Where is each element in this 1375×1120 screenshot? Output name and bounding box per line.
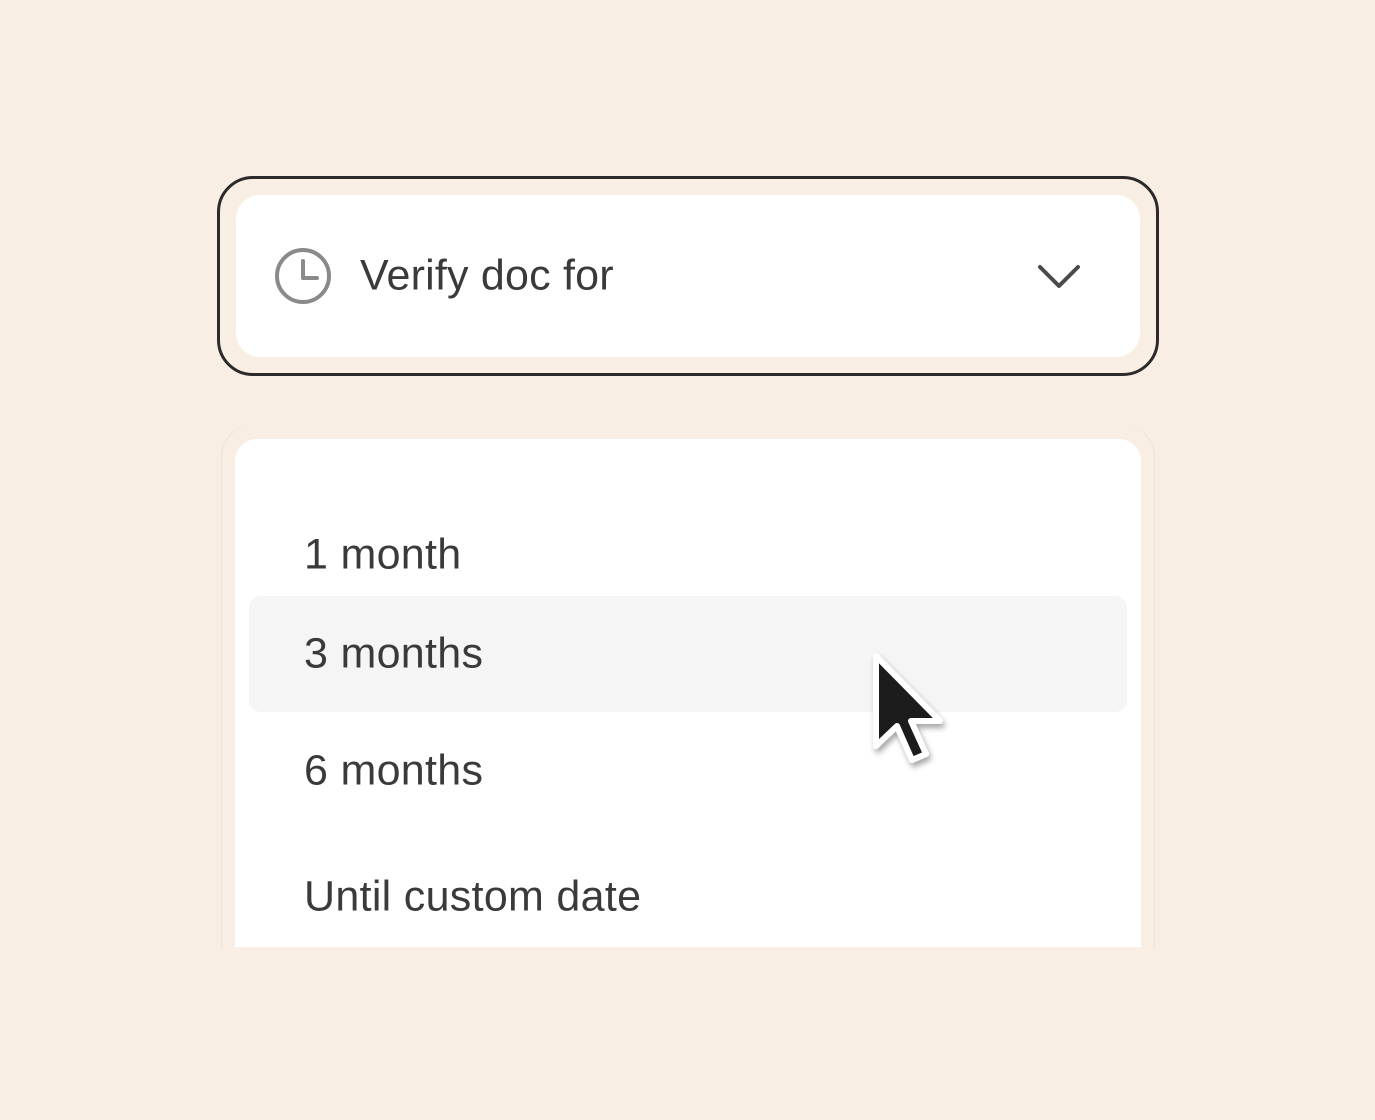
dropdown-menu-list: 1 month 3 months 6 months Until custom d… (235, 439, 1141, 947)
menu-item-label: Until custom date (304, 872, 642, 921)
menu-item-6-months[interactable]: 6 months (249, 713, 1127, 829)
chevron-down-icon[interactable] (1036, 261, 1082, 291)
menu-item-label: 1 month (304, 530, 462, 579)
select-label: Verify doc for (360, 251, 614, 300)
menu-item-label: 6 months (304, 746, 484, 795)
clock-icon (275, 248, 331, 304)
verify-duration-select[interactable]: Verify doc for (217, 176, 1159, 376)
dropdown-menu: 1 month 3 months 6 months Until custom d… (221, 425, 1155, 947)
menu-item-3-months[interactable]: 3 months (249, 596, 1127, 712)
select-trigger[interactable]: Verify doc for (236, 195, 1140, 357)
menu-item-label: 3 months (304, 629, 484, 678)
menu-item-until-custom-date[interactable]: Until custom date (249, 839, 1127, 947)
